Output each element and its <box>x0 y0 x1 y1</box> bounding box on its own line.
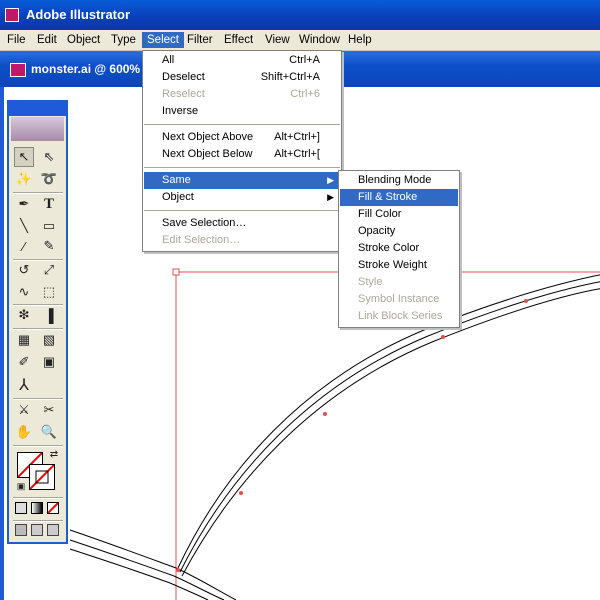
none-color-icon <box>29 464 55 490</box>
standard-screen-mode-icon[interactable] <box>15 524 27 536</box>
path-lower-1[interactable] <box>69 529 237 600</box>
default-colors-icon[interactable]: ▣ <box>15 480 27 492</box>
submenu-item-blending-mode[interactable]: Blending Mode <box>340 172 458 189</box>
submenu-arrow-icon: ▶ <box>327 175 334 185</box>
toolbox-divider <box>13 497 63 499</box>
anchor-point[interactable] <box>524 299 528 303</box>
menu-item-deselect[interactable]: Deselect Shift+Ctrl+A <box>144 69 340 86</box>
anchor-point[interactable] <box>323 412 327 416</box>
anchor-point[interactable] <box>176 568 180 572</box>
app-title-bar: Adobe Illustrator <box>0 0 600 30</box>
submenu-arrow-icon: ▶ <box>327 192 334 202</box>
eyedropper-tool-icon[interactable]: ✐ <box>14 352 34 372</box>
submenu-item-fill-stroke[interactable]: Fill & Stroke <box>340 189 458 206</box>
lasso-tool-icon[interactable]: ➰ <box>39 169 59 189</box>
zoom-tool-icon[interactable]: 🔍 <box>39 422 59 442</box>
pencil-tool-icon[interactable]: ✎ <box>39 236 59 256</box>
select-menu-dropdown: All Ctrl+A Deselect Shift+Ctrl+A Reselect C… <box>142 50 342 252</box>
menu-item-object[interactable]: Object ▶ <box>144 189 340 206</box>
path-lower-2[interactable] <box>69 539 225 600</box>
menu-item-reselect[interactable]: Reselect Ctrl+6 <box>144 86 340 103</box>
paintbrush-tool-icon[interactable]: ∕ <box>14 236 34 256</box>
direct-selection-tool-icon[interactable]: ⇖ <box>39 147 59 167</box>
submenu-item-stroke-weight[interactable]: Stroke Weight <box>340 257 458 274</box>
submenu-item-stroke-color[interactable]: Stroke Color <box>340 240 458 257</box>
anchor-point[interactable] <box>239 491 243 495</box>
menu-help[interactable]: Help <box>343 32 377 48</box>
menu-item-next-object-below[interactable]: Next Object Below Alt+Ctrl+[ <box>144 146 340 163</box>
menu-item-next-object-above[interactable]: Next Object Above Alt+Ctrl+] <box>144 129 340 146</box>
symbol-sprayer-tool-icon[interactable]: ❇ <box>14 305 34 325</box>
menu-type[interactable]: Type <box>106 32 141 48</box>
menu-window[interactable]: Window <box>294 32 345 48</box>
menu-item-same[interactable]: Same ▶ <box>144 172 340 189</box>
none-mode-icon[interactable] <box>47 502 59 514</box>
mesh-tool-icon[interactable]: ▦ <box>14 330 34 350</box>
free-transform-tool-icon[interactable]: ⬚ <box>39 282 59 302</box>
knife-tool-icon[interactable]: ⚔ <box>14 400 34 420</box>
same-submenu: Blending Mode Fill & Stroke Fill Color O… <box>338 170 460 328</box>
anchor-point[interactable] <box>441 335 445 339</box>
menu-effect[interactable]: Effect <box>219 32 258 48</box>
rotate-tool-icon[interactable]: ↺ <box>14 260 34 280</box>
document-icon <box>10 63 26 77</box>
menu-view[interactable]: View <box>260 32 295 48</box>
scissors-tool-icon[interactable]: ✂ <box>39 400 59 420</box>
tools-panel: ↖ ⇖ ✨ ➰ ✒ T ╲ ▭ ∕ ✎ ↺ ⤢ ∿ ⬚ ❇ ▐ ▦ ▧ ✐ ▣ … <box>7 100 68 544</box>
app-title: Adobe Illustrator <box>26 7 131 22</box>
stroke-swatch[interactable] <box>29 464 55 490</box>
submenu-item-opacity[interactable]: Opacity <box>340 223 458 240</box>
full-screen-menu-mode-icon[interactable] <box>31 524 43 536</box>
color-mode-icon[interactable] <box>15 502 27 514</box>
gradient-mode-icon[interactable] <box>31 502 43 514</box>
gradient-tool-icon[interactable]: ▧ <box>39 330 59 350</box>
tools-panel-header[interactable] <box>9 102 66 116</box>
submenu-item-link-block-series[interactable]: Link Block Series <box>340 308 458 325</box>
menu-select[interactable]: Select <box>142 32 184 48</box>
path-lower-3[interactable] <box>69 548 209 600</box>
menu-object[interactable]: Object <box>62 32 105 48</box>
menu-item-inverse[interactable]: Inverse <box>144 103 340 120</box>
anchor-point[interactable] <box>172 268 180 276</box>
document-title: monster.ai @ 600% <box>31 62 141 76</box>
submenu-item-fill-color[interactable]: Fill Color <box>340 206 458 223</box>
selection-tool-icon[interactable]: ↖ <box>14 147 34 167</box>
swap-colors-icon[interactable]: ⇄ <box>47 447 61 461</box>
rectangle-tool-icon[interactable]: ▭ <box>39 216 59 236</box>
menu-separator <box>144 210 340 211</box>
illustrator-logo-icon <box>5 8 19 22</box>
submenu-item-symbol-instance[interactable]: Symbol Instance <box>340 291 458 308</box>
scale-tool-icon[interactable]: ⤢ <box>39 260 59 280</box>
type-tool-icon[interactable]: T <box>39 194 59 214</box>
submenu-item-style[interactable]: Style <box>340 274 458 291</box>
blend-tool-icon[interactable]: ▣ <box>39 352 59 372</box>
menu-filter[interactable]: Filter <box>182 32 218 48</box>
hand-tool-icon[interactable]: ✋ <box>14 422 34 442</box>
magic-wand-tool-icon[interactable]: ✨ <box>14 169 34 189</box>
line-tool-icon[interactable]: ╲ <box>14 216 34 236</box>
pen-tool-icon[interactable]: ✒ <box>14 194 34 214</box>
slice-tool-icon[interactable]: ⅄ <box>14 375 34 395</box>
menu-bar: File Edit Object Type Select Filter Effe… <box>0 30 600 51</box>
menu-item-save-selection[interactable]: Save Selection… <box>144 215 340 232</box>
full-screen-mode-icon[interactable] <box>47 524 59 536</box>
toolbox-divider <box>13 520 63 522</box>
menu-item-all[interactable]: All Ctrl+A <box>144 52 340 69</box>
graph-tool-icon[interactable]: ▐ <box>39 305 59 325</box>
menu-separator <box>144 167 340 168</box>
menu-separator <box>144 124 340 125</box>
menu-file[interactable]: File <box>2 32 31 48</box>
menu-edit[interactable]: Edit <box>32 32 62 48</box>
toolbox-logo-image <box>11 117 64 141</box>
menu-item-edit-selection[interactable]: Edit Selection… <box>144 232 340 249</box>
warp-tool-icon[interactable]: ∿ <box>14 282 34 302</box>
path-inner-2[interactable] <box>181 288 600 577</box>
